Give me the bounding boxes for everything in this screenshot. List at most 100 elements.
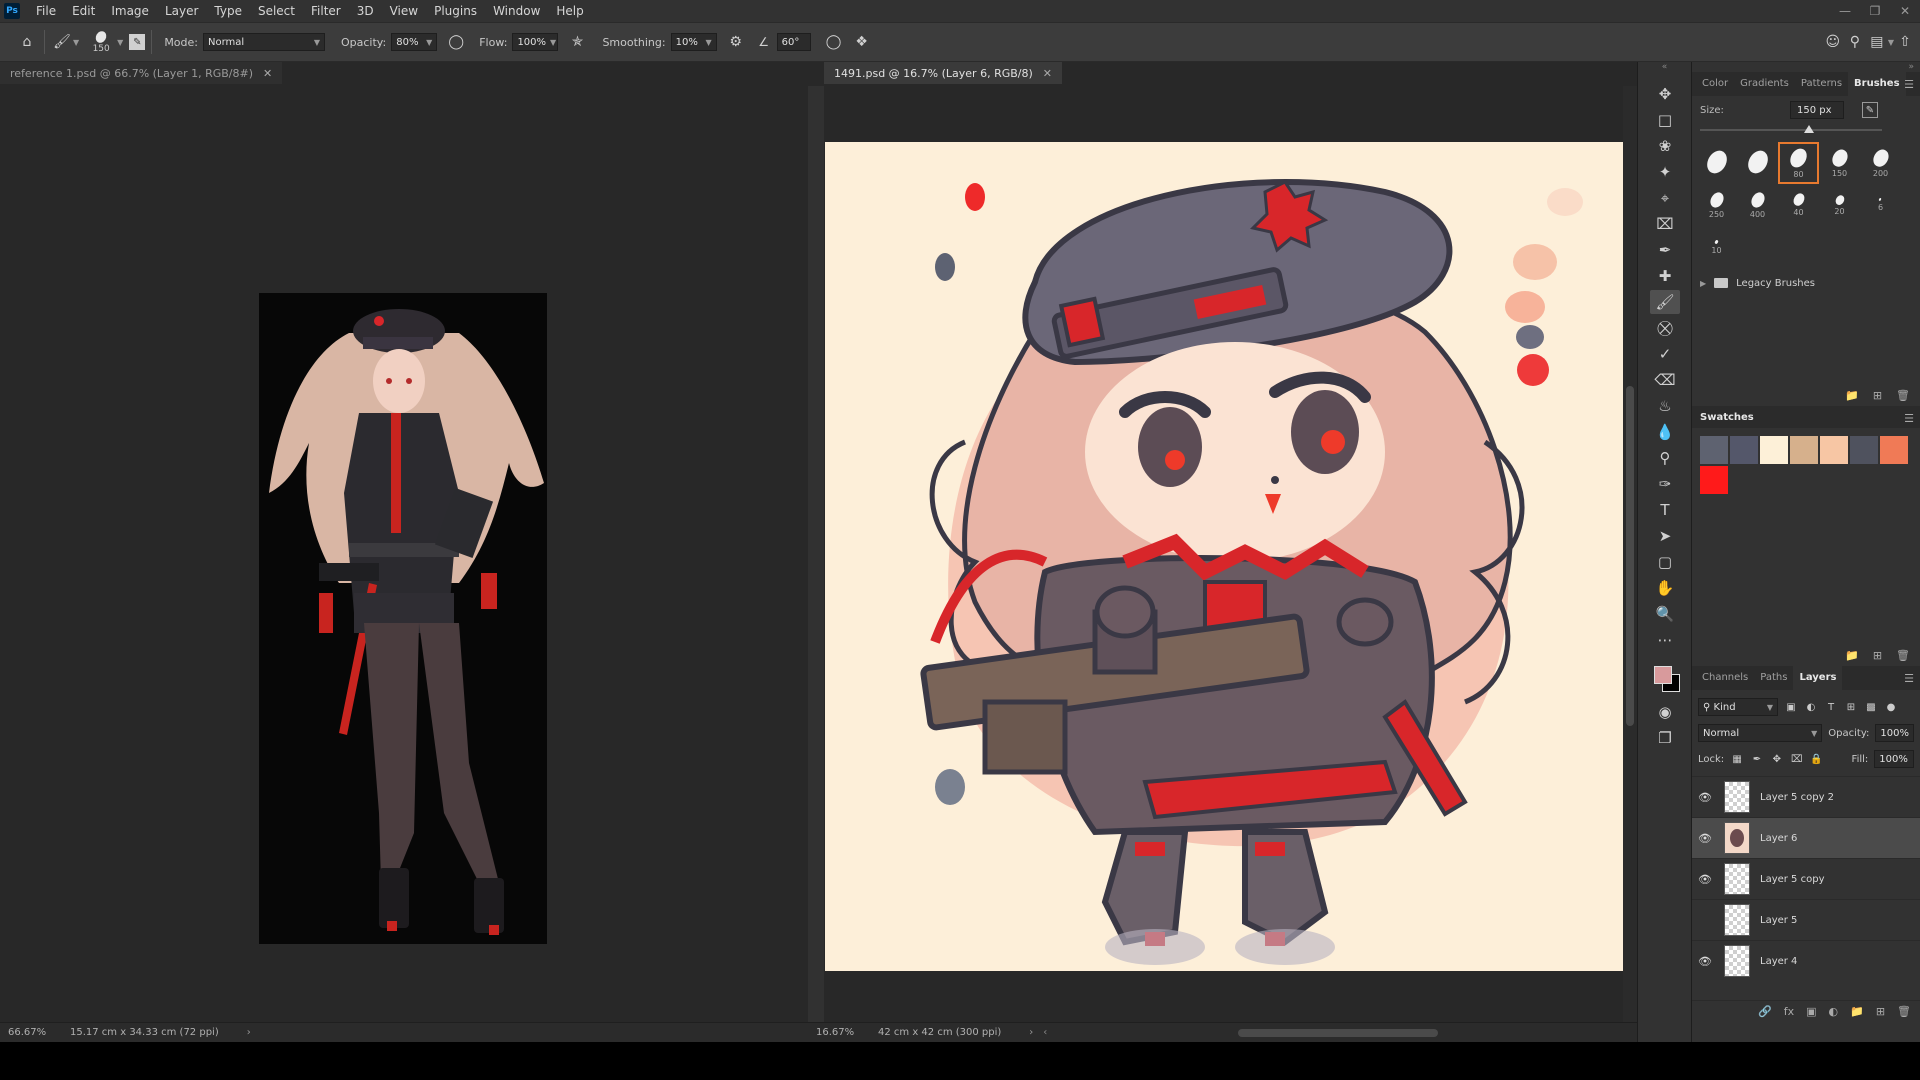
brush-preset[interactable]: 150 <box>1819 142 1860 184</box>
trash-icon[interactable]: 🗑 <box>1896 649 1910 662</box>
smoothing-field[interactable]: 10% ▼ <box>670 33 717 51</box>
pixel-filter-icon[interactable]: ▣ <box>1784 700 1798 714</box>
folder-icon[interactable]: 📁 <box>1845 389 1859 402</box>
pane-divider[interactable] <box>808 86 824 1022</box>
size-input[interactable]: 150 px <box>1790 101 1844 119</box>
brush-preset[interactable]: 20 <box>1819 184 1860 226</box>
brush-preset[interactable]: 6 <box>1860 184 1901 226</box>
eye-icon[interactable]: 👁 <box>1698 832 1720 845</box>
layer-filter-select[interactable]: ⚲ Kind ▼ <box>1698 698 1778 716</box>
quick-mask-icon[interactable]: ◉ <box>1650 700 1680 724</box>
fx-icon[interactable]: fx <box>1784 1005 1794 1018</box>
collapse-icon[interactable]: « <box>1638 62 1691 80</box>
tab-channels[interactable]: Channels <box>1696 666 1754 690</box>
adjustment-layer-icon[interactable]: ◐ <box>1829 1005 1839 1018</box>
chevron-right-icon[interactable]: › <box>1029 1027 1033 1038</box>
gear-icon[interactable]: ⚙ <box>725 31 747 53</box>
angle-field[interactable]: 60° <box>776 33 811 51</box>
menu-window[interactable]: Window <box>485 0 548 22</box>
more-tools-icon[interactable]: ⋯ <box>1650 628 1680 652</box>
menu-select[interactable]: Select <box>250 0 303 22</box>
new-swatch-icon[interactable]: ⊞ <box>1873 649 1882 662</box>
fill-field[interactable]: 100% <box>1874 750 1915 768</box>
menu-filter[interactable]: Filter <box>303 0 349 22</box>
brush-preset[interactable]: 200 <box>1860 142 1901 184</box>
size-slider[interactable] <box>1700 124 1912 136</box>
new-layer-icon[interactable]: ⊞ <box>1876 1005 1885 1018</box>
layer-thumbnail[interactable] <box>1724 863 1750 895</box>
horizontal-scroll-thumb[interactable] <box>1238 1029 1438 1037</box>
trash-icon[interactable]: 🗑 <box>1896 389 1910 402</box>
flow-field[interactable]: 100% ▼ <box>512 33 559 51</box>
layer-row[interactable]: 👁 Layer 4 <box>1692 940 1920 981</box>
vertical-scrollbar[interactable] <box>1623 86 1637 1022</box>
color-swatch[interactable] <box>1700 466 1728 494</box>
layer-name[interactable]: Layer 5 copy <box>1760 874 1824 885</box>
chevron-down-icon[interactable]: ▼ <box>73 38 79 47</box>
menu-3d[interactable]: 3D <box>349 0 382 22</box>
drawing-canvas[interactable] <box>825 142 1629 971</box>
healing-brush-icon[interactable]: ✚ <box>1650 264 1680 288</box>
folder-icon[interactable]: 📁 <box>1850 1005 1864 1018</box>
brush-preset[interactable] <box>1737 142 1778 184</box>
marquee-tool-icon[interactable]: □ <box>1650 108 1680 132</box>
slider-knob[interactable] <box>1804 125 1814 133</box>
lock-artboard-icon[interactable]: ⌧ <box>1790 752 1804 766</box>
export-icon[interactable]: ⇧ <box>1894 31 1916 53</box>
blur-tool-icon[interactable]: 💧 <box>1650 420 1680 444</box>
brush-tool-icon[interactable]: 🖌 <box>51 31 73 53</box>
crop-tool-icon[interactable]: ⌖ <box>1650 186 1680 210</box>
brush-preset[interactable]: 40 <box>1778 184 1819 226</box>
clone-stamp-icon[interactable]: ⛒ <box>1650 316 1680 340</box>
brush-preset[interactable]: 400 <box>1737 184 1778 226</box>
new-brush-icon[interactable]: ⊞ <box>1873 389 1882 402</box>
tab-gradients[interactable]: Gradients <box>1734 72 1795 96</box>
filter-toggle-icon[interactable]: ● <box>1884 700 1898 714</box>
tab-layers[interactable]: Layers <box>1793 666 1843 690</box>
eyedropper-icon[interactable]: ✒ <box>1650 238 1680 262</box>
chevron-left-icon[interactable]: ‹ <box>1043 1027 1047 1038</box>
minimize-button[interactable]: — <box>1830 0 1860 22</box>
airbrush-icon[interactable]: ✯ <box>566 31 588 53</box>
brush-preset[interactable] <box>1696 142 1737 184</box>
lock-position-icon[interactable]: ✥ <box>1770 752 1784 766</box>
pen-tool-icon[interactable]: ✑ <box>1650 472 1680 496</box>
blend-mode-select[interactable]: Normal ▼ <box>1698 724 1823 742</box>
eye-icon[interactable]: 👁 <box>1698 914 1720 927</box>
menu-edit[interactable]: Edit <box>64 0 103 22</box>
color-swatch[interactable] <box>1760 436 1788 464</box>
new-preset-icon[interactable]: ✎ <box>1862 102 1878 118</box>
layer-thumbnail[interactable] <box>1724 781 1750 813</box>
color-swatch[interactable] <box>1880 436 1908 464</box>
layer-name[interactable]: Layer 6 <box>1760 833 1797 844</box>
shape-filter-icon[interactable]: ⊞ <box>1844 700 1858 714</box>
hand-tool-icon[interactable]: ✋ <box>1650 576 1680 600</box>
share-icon[interactable]: ☺ <box>1822 31 1844 53</box>
eye-icon[interactable]: 👁 <box>1698 791 1720 804</box>
tab-patterns[interactable]: Patterns <box>1795 72 1848 96</box>
color-swatches[interactable] <box>1648 658 1688 698</box>
dodge-tool-icon[interactable]: ⚲ <box>1650 446 1680 470</box>
path-selection-icon[interactable]: ➤ <box>1650 524 1680 548</box>
layer-name[interactable]: Layer 4 <box>1760 956 1797 967</box>
layer-opacity-field[interactable]: 100% <box>1875 724 1914 742</box>
opacity-field[interactable]: 80% ▼ <box>391 33 438 51</box>
mode-select[interactable]: Normal ▼ <box>203 33 325 51</box>
legacy-brushes-folder[interactable]: ▶ Legacy Brushes <box>1692 272 1920 294</box>
brush-preset[interactable]: 250 <box>1696 184 1737 226</box>
tab-brushes[interactable]: Brushes <box>1848 72 1906 96</box>
search-icon[interactable]: ⚲ <box>1844 31 1866 53</box>
layer-thumbnail[interactable] <box>1724 904 1750 936</box>
eye-icon[interactable]: 👁 <box>1698 873 1720 886</box>
layer-name[interactable]: Layer 5 copy 2 <box>1760 792 1834 803</box>
adjustment-filter-icon[interactable]: ◐ <box>1804 700 1818 714</box>
eraser-icon[interactable]: ⌫ <box>1650 368 1680 392</box>
color-swatch[interactable] <box>1820 436 1848 464</box>
folder-icon[interactable]: 📁 <box>1845 649 1859 662</box>
lasso-tool-icon[interactable]: ❀ <box>1650 134 1680 158</box>
brush-settings-icon[interactable]: ✎ <box>129 34 146 50</box>
color-swatch[interactable] <box>1700 436 1728 464</box>
pressure-size-icon[interactable]: ◯ <box>823 31 845 53</box>
history-brush-icon[interactable]: ✓ <box>1650 342 1680 366</box>
zoom-tool-icon[interactable]: 🔍 <box>1650 602 1680 626</box>
